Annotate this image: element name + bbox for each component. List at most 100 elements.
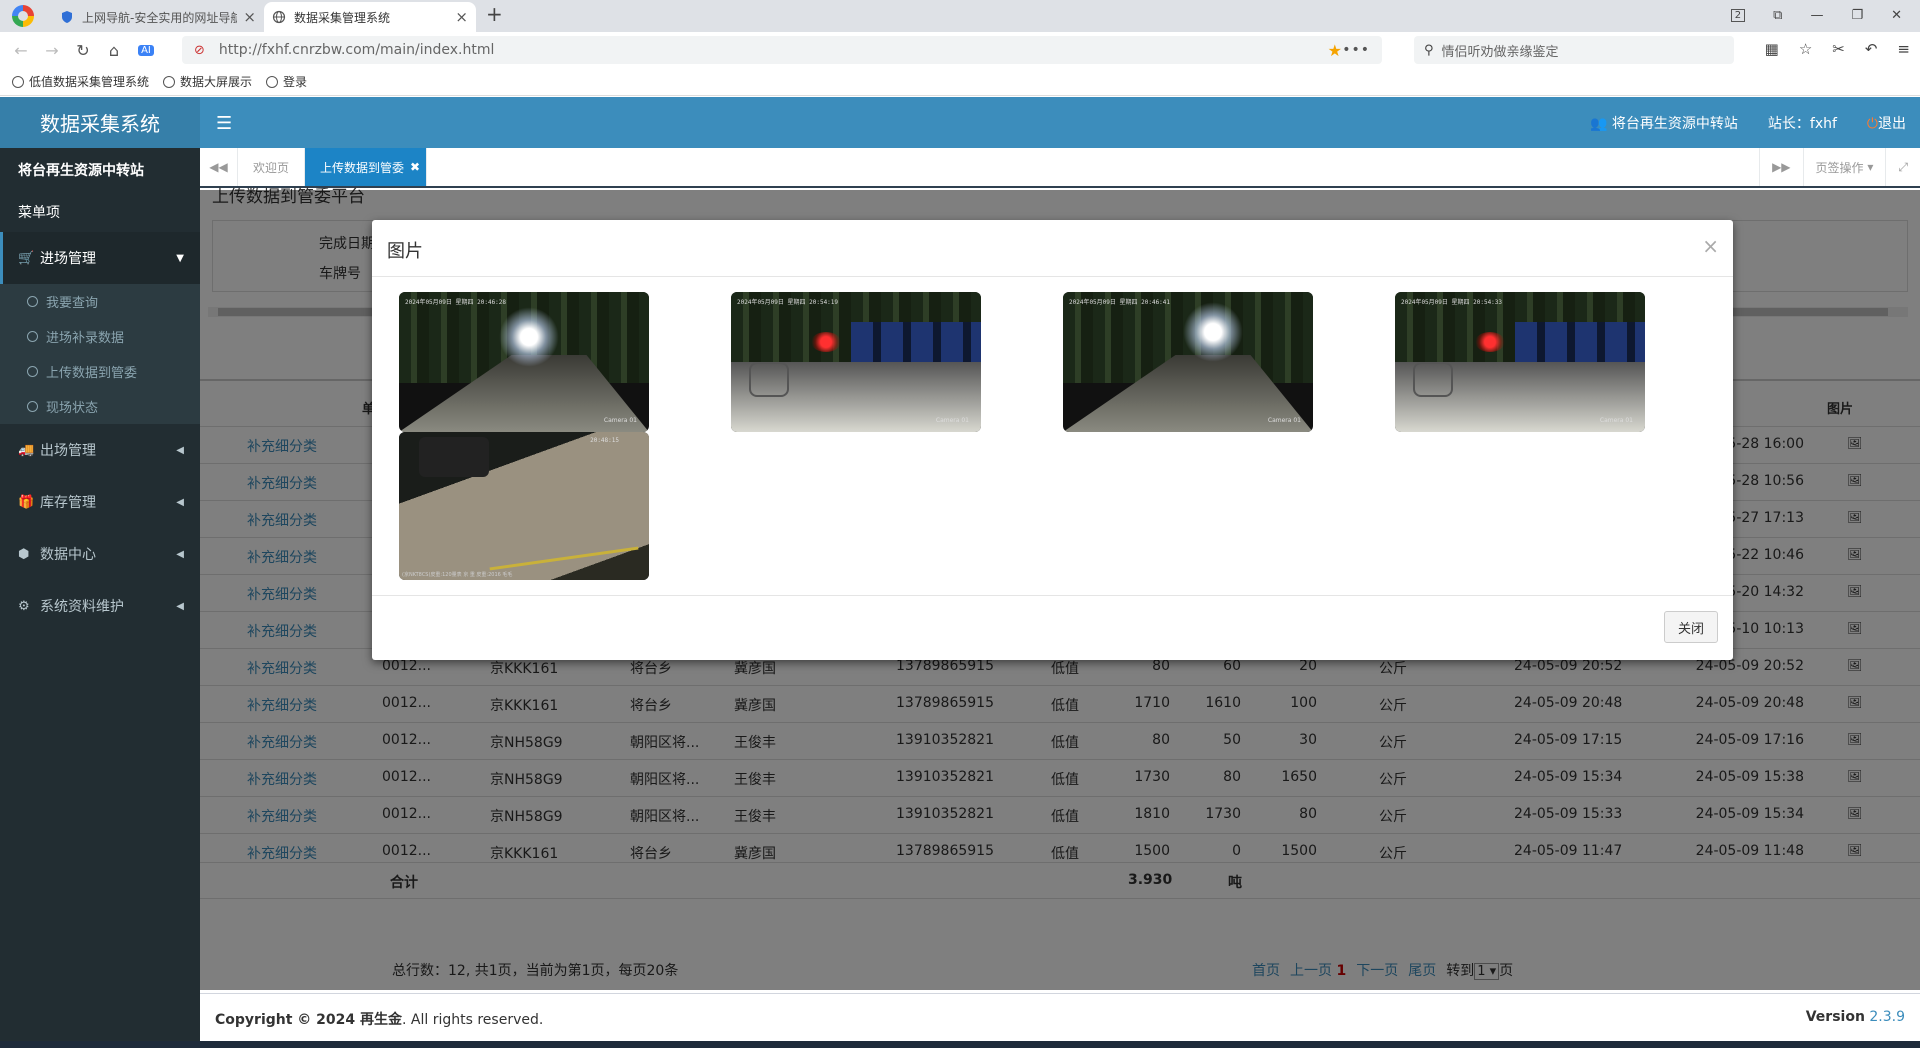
tabs-scroll-right-icon[interactable]: ▶▶ [1759,148,1802,186]
sidebar-toggle-icon[interactable]: ☰ [216,113,232,134]
forward-arrow-icon[interactable]: → [42,41,62,60]
station-link[interactable]: 👥 将台再生资源中转站 [1590,113,1738,133]
close-icon[interactable]: × [1702,234,1719,258]
sidebar-item-system-maintenance[interactable]: ⚙ 系统资料维护 ◀ [0,580,200,632]
sidebar-subitem-label: 上传数据到管委 [46,366,138,381]
bookmark-item[interactable]: 数据大屏展示 [163,73,252,90]
version-number: 2.3.9 [1869,1009,1905,1025]
sidebar-subitem-label: 我要查询 [46,296,99,311]
bookmark-label: 数据大屏展示 [180,75,253,89]
address-bar[interactable]: ⊘ http://fxhf.cnrzbw.com/main/index.html… [182,36,1382,64]
home-icon[interactable]: ⌂ [104,41,124,60]
insecure-icon[interactable]: ⊘ [194,43,205,58]
tab-welcome[interactable]: 欢迎页 [238,148,306,186]
tab-count-icon[interactable]: 2 [1730,8,1746,22]
bookmarks-bar: 低值数据采集管理系统 数据大屏展示 登录 [0,68,1920,96]
bookmark-item[interactable]: 低值数据采集管理系统 [12,73,149,90]
globe-icon [163,75,176,88]
photo-camera-label: Camera 01 [935,417,969,424]
camera-photo[interactable]: 2024年05月09日 星期四 20:46:41 Camera 01 [1063,292,1313,432]
sidebar-item-data-center[interactable]: ⬢ 数据中心 ◀ [0,528,200,580]
modal-footer: 关闭 [372,595,1733,660]
photo-headlight [499,307,559,367]
camera-photo[interactable]: 2024年05月09日 星期四 20:54:33 Camera 01 [1395,292,1645,432]
os-taskbar [0,1041,1920,1048]
photo-camera-label: Camera 01 [603,417,637,424]
more-icon[interactable]: ••• [1342,42,1370,58]
close-tab-icon[interactable]: × [455,8,468,26]
undo-icon[interactable]: ↶ [1865,40,1878,58]
sidebar-item-exit-management[interactable]: 🚚 出场管理 ◀ [0,424,200,476]
globe-icon [272,10,286,24]
circle-icon [27,366,38,377]
gift-icon: 🎁 [18,494,35,510]
search-placeholder: 情侣听劝做亲缘鉴定 [1441,44,1559,60]
tab-operations-dropdown[interactable]: 页签操作 ▾ [1802,148,1886,186]
sidebar-item-label: 数据中心 [40,547,96,563]
photo-camera-label: Camera 01 [1267,417,1301,424]
favorites-icon[interactable]: ☆ [1799,40,1812,58]
bookmark-item[interactable]: 登录 [266,73,307,90]
restore-tabs-icon[interactable]: ⧉ [1773,8,1782,23]
sidebar-header: 菜单项 [18,205,60,221]
circle-icon [27,401,38,412]
apps-grid-icon[interactable]: ▦ [1765,40,1779,58]
header-right: 👥 将台再生资源中转站 站长：fxhf ⏻退出 [1590,97,1906,148]
new-tab-button[interactable]: + [486,2,503,26]
sidebar-submenu: 我要查询 进场补录数据 上传数据到管委 现场状态 [0,284,200,424]
app-logo[interactable]: 数据采集系统 [0,97,200,148]
bookmark-star-icon[interactable]: ★ [1328,41,1342,60]
tabs-scroll-left-icon[interactable]: ◀◀ [200,148,238,186]
logout-button[interactable]: ⏻退出 [1867,113,1906,133]
users-icon: 👥 [1590,115,1608,132]
sidebar-item-label: 系统资料维护 [40,599,124,615]
sidebar-subitem-label: 进场补录数据 [46,331,125,346]
browser-tab-title: 数据采集管理系统 [294,10,391,25]
browser-tab-navigation[interactable]: 上网导航-安全实用的网址导航 × [52,2,264,32]
shield-icon [62,11,72,23]
scissors-icon[interactable]: ✂ [1832,40,1845,58]
browser-search-input[interactable]: ⚲ 情侣听劝做亲缘鉴定 [1414,36,1734,64]
fullscreen-icon[interactable]: ⤢ [1885,148,1920,186]
close-tab-icon[interactable]: × [243,8,256,26]
photo-headlight [1183,302,1243,362]
tabs-right-controls: ▶▶ 页签操作 ▾ ⤢ [1759,148,1920,186]
photo-timestamp: 2024年05月09日 星期四 20:54:19 [737,299,839,306]
power-icon: ⏻ [1866,115,1878,132]
cogs-icon: ⚙ [18,598,30,614]
menu-icon[interactable]: ≡ [1897,40,1910,58]
sidebar-subitem-supplement[interactable]: 进场补录数据 [0,319,200,354]
sidebar-subitem-upload[interactable]: 上传数据到管委 [0,354,200,389]
ai-icon[interactable]: AI [138,44,154,56]
close-button[interactable]: 关闭 [1664,611,1718,643]
photo-camera-label: Camera 01 [1599,417,1633,424]
sidebar-item-inventory[interactable]: 🎁 库存管理 ◀ [0,476,200,528]
tab-ops-label: 页签操作 [1815,160,1864,175]
browser-tab-title: 上网导航-安全实用的网址导航 [82,10,238,25]
close-tab-icon[interactable]: ✖ [410,160,420,174]
tab-upload[interactable]: 上传数据到管委 ✖ [305,148,428,186]
truck-icon: 🚚 [18,442,35,458]
camera-photo[interactable]: 2024年05月09日 星期四 20:54:19 Camera 01 [731,292,981,432]
sidebar-item-entry-management[interactable]: 🛒 进场管理 ▼ [0,232,200,284]
image-modal: 图片 × 2024年05月09日 星期四 20:46:28 Camera 01 … [372,220,1733,660]
version-label: Version [1805,1009,1865,1025]
camera-photo[interactable]: 20:48:15 (京NKT8CS)皮重:120量表 京 重 皮重:2016 毛… [399,432,649,580]
sidebar-subitem-query[interactable]: 我要查询 [0,284,200,319]
photo-camera-label: (京NKT8CS)皮重:120量表 京 重 皮重:2016 毛毛 [402,572,513,578]
sidebar-user-name: 将台再生资源中转站 [18,163,144,179]
minimize-icon[interactable]: — [1810,8,1823,23]
browser-tab-active[interactable]: 数据采集管理系统 × [264,2,476,32]
photo-fence [851,322,981,362]
photo-vehicle [419,437,489,477]
window-controls: 2 ⧉ — ❐ ✕ [1730,0,1920,30]
circle-icon [27,331,38,342]
sidebar-subitem-status[interactable]: 现场状态 [0,389,200,424]
close-window-icon[interactable]: ✕ [1891,8,1902,23]
reload-icon[interactable]: ↻ [73,41,93,60]
sidebar: 将台再生资源中转站 菜单项 🛒 进场管理 ▼ 我要查询 进场补录数据 上传数据到… [0,148,200,1048]
maximize-icon[interactable]: ❐ [1851,8,1863,23]
camera-photo[interactable]: 2024年05月09日 星期四 20:46:28 Camera 01 [399,292,649,432]
back-arrow-icon[interactable]: ← [11,41,31,60]
version: Version 2.3.9 [1806,1009,1905,1025]
